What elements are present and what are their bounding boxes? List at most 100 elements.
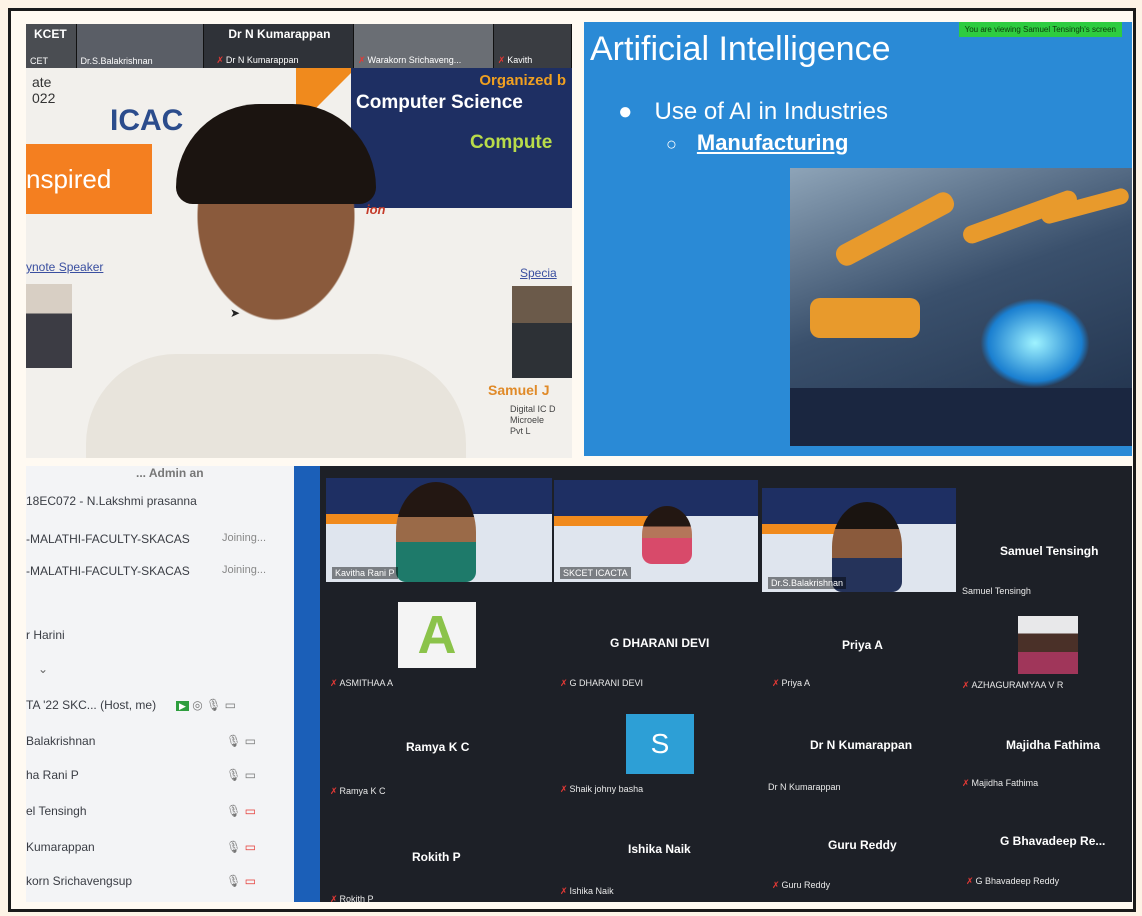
strip-tile[interactable]: Dr N Kumarappan ✗ Dr N Kumarappan: [204, 24, 354, 68]
special-speaker-photo: [512, 286, 572, 378]
speaker-name-text: Samuel J: [488, 382, 550, 398]
participant-tile-label: ✗ Guru Reddy: [772, 880, 830, 891]
mic-camera-icons[interactable]: 🎙 ▭: [226, 840, 256, 854]
participant-row[interactable]: -MALATHI-FACULTY-SKACAS Joining...: [26, 564, 266, 578]
strip-tile-label: Dr N Kumarappan: [225, 55, 299, 65]
participant-name: TA '22 SKC... (Host, me): [26, 698, 157, 712]
participant-person: [396, 482, 476, 582]
participant-tile-label: ✗ G DHARANI DEVI: [560, 678, 643, 689]
participant-strip: KCET CET Dr.S.Balakrishnan Dr N Kumarapp…: [26, 24, 572, 68]
participant-tile-label: Dr N Kumarappan: [768, 782, 841, 792]
video-tile-label: SKCET ICACTA: [560, 567, 631, 579]
mic-muted-icon: ✗: [358, 55, 366, 65]
participant-tile-label: ✗ Rokith P: [330, 894, 374, 902]
participant-name: ASMITHAA A: [339, 678, 394, 688]
participants-panel: ... Admin an 18EC072 - N.Lakshmi prasann…: [26, 466, 294, 902]
mic-muted-icon: ✗: [330, 894, 338, 902]
mic-camera-icons[interactable]: 🎙 ▭: [226, 874, 256, 888]
mic-muted-icon: ✗: [497, 55, 506, 65]
screen-share-indicator[interactable]: You are viewing Samuel Tensingh's screen: [958, 22, 1122, 37]
chevron-down-icon[interactable]: ⌄: [38, 662, 48, 676]
participant-name: ha Rani P: [26, 768, 79, 782]
mic-muted-icon: ✗: [560, 886, 568, 896]
participant-name: Kumarappan: [26, 840, 95, 854]
glowing-brain-shape: [980, 298, 1090, 388]
participant-tile-name: Ramya K C: [406, 740, 470, 754]
video-tile[interactable]: Kavitha Rani P: [326, 478, 552, 582]
participants-header: ... Admin an: [136, 466, 204, 480]
participant-row[interactable]: -MALATHI-FACULTY-SKACAS Joining...: [26, 532, 266, 546]
participant-tile-name: Guru Reddy: [828, 838, 897, 852]
participant-name: AZHAGURAMYAA V R: [971, 680, 1064, 690]
participant-name: Shaik johny basha: [569, 784, 644, 794]
date-line: ate: [32, 74, 52, 90]
participant-tile-name: Majidha Fathima: [1006, 738, 1101, 752]
strip-tile[interactable]: KCET CET: [26, 24, 77, 68]
participant-row[interactable]: korn Srichavengsup 🎙 ▭: [26, 874, 256, 888]
participant-row[interactable]: TA '22 SKC... (Host, me) ▶ ◎ 🎙 ▭: [26, 698, 236, 712]
participant-tile-name: Samuel Tensingh: [1000, 544, 1099, 558]
participant-row[interactable]: Balakrishnan 🎙 ▭: [26, 734, 256, 748]
profile-picture-s: S: [626, 714, 694, 774]
conveyor-shape: [790, 388, 1132, 446]
participant-row[interactable]: r Harini: [26, 628, 65, 642]
bullet-dot-icon: ●: [618, 98, 633, 125]
participant-row[interactable]: ha Rani P 🎙 ▭: [26, 768, 256, 782]
participant-tile-name: Ishika Naik: [628, 842, 691, 856]
compute-text: Compute: [470, 132, 553, 153]
mic-camera-icons[interactable]: 🎙 ▭: [226, 734, 256, 748]
participant-tile-label: ✗ ASMITHAA A: [330, 678, 393, 689]
organized-by-text: Organized b: [479, 72, 566, 89]
participant-row[interactable]: el Tensingh 🎙 ▭: [26, 804, 256, 818]
participant-name: Balakrishnan: [26, 734, 96, 748]
strip-tile-title: Dr N Kumarappan: [228, 27, 331, 41]
robotic-arms-image: [790, 168, 1132, 446]
participant-name: G Bhavadeep Reddy: [975, 876, 1060, 886]
slide-title: Artificial Intelligence: [590, 30, 891, 68]
strip-tile[interactable]: Dr.S.Balakrishnan: [76, 24, 205, 68]
speaker-body: [86, 354, 466, 458]
participant-tile-name: Priya A: [842, 638, 883, 652]
mic-camera-icons[interactable]: 🎙 ▭: [226, 804, 256, 818]
participant-tile-label: ✗ Shaik johny basha: [560, 784, 643, 795]
speaker-affiliation-text: Digital IC D Microele Pvt L: [510, 404, 556, 436]
mic-muted-icon: ✗: [560, 678, 568, 688]
participant-name: G DHARANI DEVI: [569, 678, 644, 688]
strip-tile-label: CET: [30, 56, 48, 66]
video-on-icon: ▶: [176, 701, 189, 711]
participant-row[interactable]: 18EC072 - N.Lakshmi prasanna: [26, 494, 197, 508]
profile-picture-photo: [1018, 616, 1078, 674]
participant-status: Joining...: [222, 532, 267, 544]
mic-muted-icon: ✗: [966, 876, 974, 886]
participant-name: -MALATHI-FACULTY-SKACAS: [26, 564, 190, 578]
strip-tile[interactable]: ✗ Warakorn Srichaveng...: [354, 24, 494, 68]
slide-bullet: ● Use of AI in Industries: [618, 98, 888, 126]
strip-tile[interactable]: ✗ Kavith: [493, 24, 572, 68]
inspired-text: nspired: [26, 164, 112, 194]
mic-muted-icon: ✗: [962, 680, 970, 690]
participant-tile-label: ✗ Priya A: [772, 678, 810, 689]
date-line: 022: [32, 90, 56, 106]
participant-tile-label: ✗ Majidha Fathima: [962, 778, 1038, 789]
participant-tile-name: G Bhavadeep Re...: [1000, 834, 1106, 848]
mic-muted-icon: ✗: [330, 786, 338, 796]
participant-row[interactable]: Kumarappan 🎙 ▭: [26, 840, 256, 854]
mic-muted-icon: ✗: [772, 880, 780, 890]
panel-divider: [294, 466, 320, 902]
strip-tile-title: KCET: [34, 27, 67, 41]
bullet-circle-icon: ○: [666, 134, 677, 154]
video-tile[interactable]: Dr.S.Balakrishnan: [762, 488, 956, 592]
mic-camera-icons[interactable]: 🎙 ▭: [226, 768, 256, 782]
slide-sub-bullet-text: Manufacturing: [696, 130, 849, 155]
robot-arm-shape: [832, 188, 958, 270]
video-tile[interactable]: SKCET ICACTA: [554, 480, 758, 582]
participant-status: Joining...: [222, 564, 267, 576]
participant-name: Ramya K C: [339, 786, 386, 796]
participant-tile-label: Samuel Tensingh: [962, 586, 1031, 596]
video-tile-label: Dr.S.Balakrishnan: [768, 577, 847, 589]
participant-tile-name: G DHARANI DEVI: [610, 636, 710, 650]
participant-tile-label: ✗ AZHAGURAMYAA V R: [962, 680, 1063, 691]
participant-tile-label: ✗ Ramya K C: [330, 786, 386, 797]
keynote-speaker-label: ynote Speaker: [26, 260, 104, 274]
camera-off-icon: ▭: [244, 874, 256, 888]
